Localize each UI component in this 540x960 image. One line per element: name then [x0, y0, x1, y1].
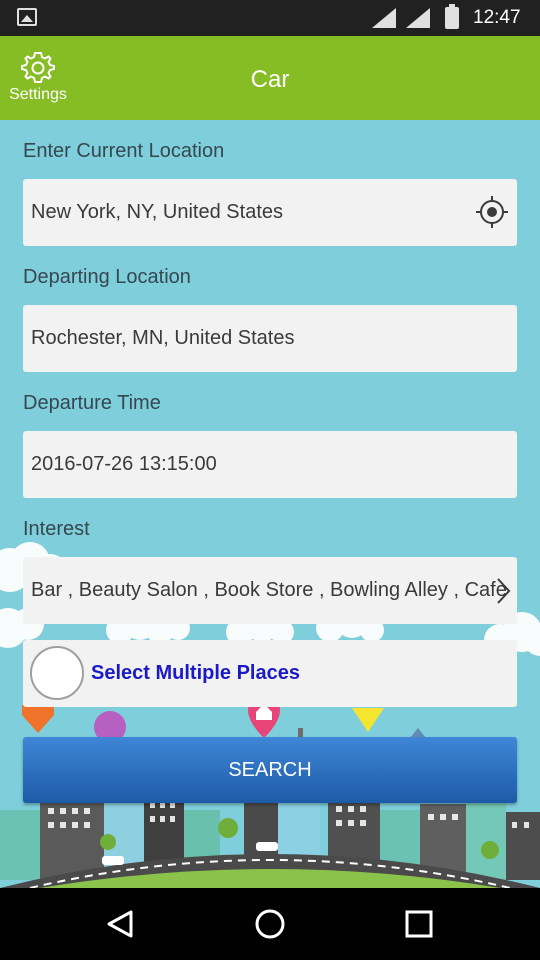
departing-location-value: Rochester, MN, United States	[31, 327, 295, 349]
select-multiple-radio[interactable]	[30, 646, 84, 700]
chevron-right-icon[interactable]	[495, 577, 511, 605]
status-time: 12:47	[473, 7, 521, 28]
current-location-label: Enter Current Location	[23, 140, 225, 162]
image-icon	[17, 8, 37, 26]
recents-icon[interactable]	[401, 906, 437, 942]
signal-icon	[372, 8, 396, 28]
back-icon[interactable]	[103, 906, 139, 942]
navigation-bar	[0, 888, 540, 960]
departing-location-field[interactable]: Rochester, MN, United States	[23, 305, 517, 372]
gps-target-icon[interactable]	[475, 195, 509, 229]
interest-label: Interest	[23, 518, 90, 540]
select-multiple-label[interactable]: Select Multiple Places	[91, 662, 300, 685]
battery-icon	[445, 4, 459, 29]
app-title: Car	[250, 66, 290, 93]
departure-time-label: Departure Time	[23, 392, 161, 414]
main-content: Enter Current Location New York, NY, Uni…	[0, 120, 540, 888]
current-location-field[interactable]: New York, NY, United States	[23, 179, 517, 246]
select-multiple-places-row[interactable]: Select Multiple Places	[23, 640, 517, 707]
departure-time-value: 2016-07-26 13:15:00	[31, 453, 217, 475]
search-button[interactable]: SEARCH	[23, 737, 517, 803]
signal-icon	[406, 8, 430, 28]
home-icon[interactable]	[252, 906, 288, 942]
departing-location-label: Departing Location	[23, 266, 191, 288]
interest-value: Bar , Beauty Salon , Book Store , Bowlin…	[31, 579, 507, 601]
status-bar: 12:47	[0, 0, 540, 36]
current-location-value: New York, NY, United States	[31, 201, 283, 223]
app-bar: Settings Car	[0, 36, 540, 120]
departure-time-field[interactable]: 2016-07-26 13:15:00	[23, 431, 517, 498]
interest-field[interactable]: Bar , Beauty Salon , Book Store , Bowlin…	[23, 557, 517, 624]
